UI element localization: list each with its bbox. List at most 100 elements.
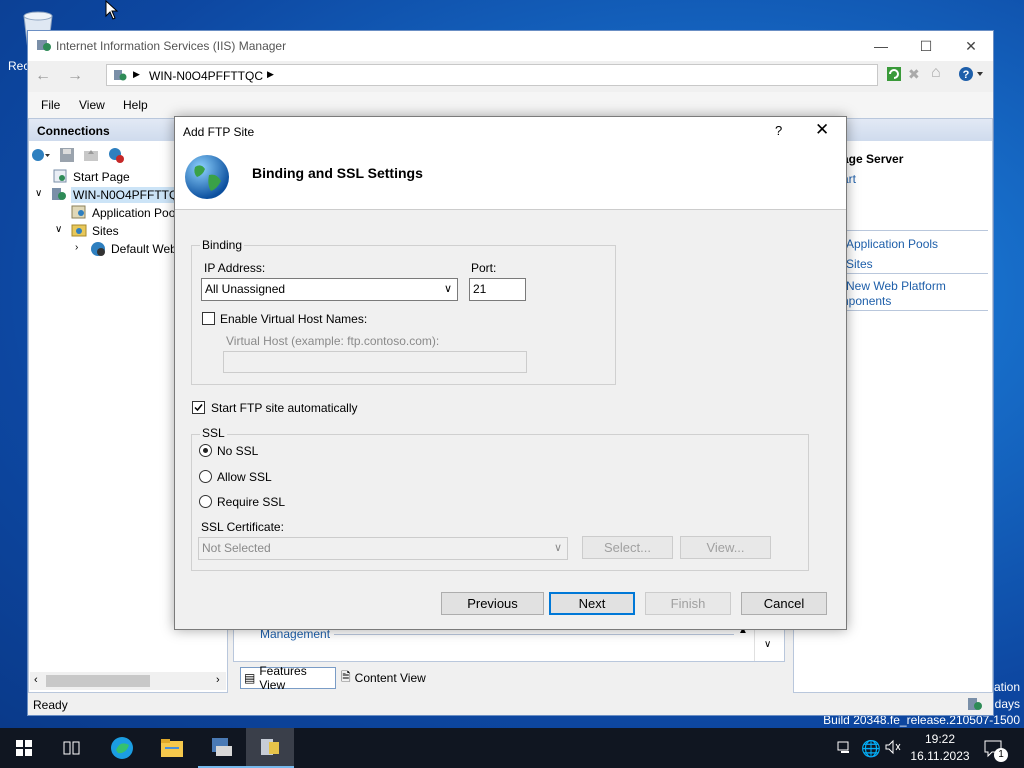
no-ssl-label: No SSL — [217, 444, 259, 458]
scroll-down-icon[interactable]: ∨ — [764, 639, 771, 650]
chevron-down-icon[interactable]: ∨ — [35, 188, 42, 199]
server-manager-icon[interactable] — [198, 728, 246, 768]
view-cert-button[interactable]: View... — [680, 536, 771, 559]
start-auto-checkbox[interactable] — [192, 401, 205, 414]
next-button[interactable]: Next — [549, 592, 635, 615]
address-field[interactable]: ▶ WIN-N0O4PFFTTQC ▶ — [106, 64, 878, 86]
action-app-pools[interactable]: Application Pools — [846, 237, 938, 251]
scroll-right-icon[interactable]: › — [216, 674, 220, 686]
file-explorer-icon[interactable] — [148, 728, 196, 768]
stop-icon[interactable]: ✖ — [908, 66, 920, 83]
clock-time[interactable]: 19:22 — [908, 732, 972, 746]
forward-arrow-icon[interactable]: → — [62, 65, 88, 87]
tree-item-server[interactable]: WIN-N0O4PFFTTQC — [71, 187, 175, 203]
dropdown-chevron-icon[interactable]: ∨ — [444, 282, 452, 295]
action-web-platform-1[interactable]: New Web Platform — [846, 279, 946, 293]
language-globe-icon[interactable]: 🌐 — [861, 739, 881, 759]
no-ssl-radio[interactable] — [199, 444, 212, 457]
menu-file[interactable]: File — [41, 98, 60, 112]
actions-title: age Server — [842, 152, 904, 166]
tab-content-view[interactable]: 🗎 Content View — [341, 667, 441, 689]
start-auto-label: Start FTP site automatically — [211, 401, 358, 415]
minimize-button[interactable]: — — [858, 31, 904, 61]
select-cert-button[interactable]: Select... — [582, 536, 673, 559]
dialog-header: Binding and SSL Settings — [175, 145, 846, 210]
virtual-host-checkbox[interactable] — [202, 312, 215, 325]
iis-manager-taskbar-icon[interactable] — [246, 728, 294, 768]
app-pool-icon — [71, 205, 87, 222]
help-icon[interactable]: ? — [958, 65, 984, 86]
chevron-down-icon-2[interactable]: ∨ — [55, 224, 62, 235]
scroll-thumb[interactable] — [46, 675, 150, 687]
home-icon[interactable]: ⌂ — [931, 64, 941, 82]
dialog-help-button[interactable]: ? — [775, 123, 782, 138]
actions-divider-2 — [842, 273, 988, 274]
menu-help[interactable]: Help — [123, 98, 148, 112]
allow-ssl-label: Allow SSL — [217, 470, 272, 484]
connections-scrollbar[interactable]: ‹ › — [30, 672, 226, 690]
finish-button[interactable]: Finish — [645, 592, 731, 615]
status-server-icon — [967, 696, 983, 715]
chevron-right-icon[interactable]: › — [75, 242, 78, 253]
scroll-left-icon[interactable]: ‹ — [34, 674, 38, 686]
up-folder-icon[interactable] — [83, 147, 99, 166]
back-arrow-icon[interactable]: ← — [30, 65, 56, 87]
require-ssl-radio[interactable] — [199, 495, 212, 508]
ip-address-label: IP Address: — [204, 261, 266, 275]
virtual-host-check-label: Enable Virtual Host Names: — [220, 312, 368, 326]
tab-features-view[interactable]: ▤ Features View — [240, 664, 336, 692]
server-node-icon — [51, 187, 67, 204]
cert-dropdown-chevron-icon[interactable]: ∨ — [554, 541, 562, 554]
features-view-icon: ▤ — [244, 671, 256, 685]
clock-date[interactable]: 16.11.2023 — [908, 749, 972, 763]
action-web-platform-2[interactable]: nponents — [842, 294, 891, 308]
ip-address-select[interactable]: All Unassigned ∨ — [201, 278, 458, 301]
maximize-button[interactable]: ☐ — [903, 31, 949, 61]
binding-group-label: Binding — [200, 238, 245, 252]
action-sites[interactable]: Sites — [846, 257, 873, 271]
svg-text:?: ? — [963, 69, 970, 81]
refresh-icon[interactable] — [886, 66, 902, 85]
disconnect-icon[interactable] — [107, 146, 125, 167]
tree-item-app-pools[interactable]: Application Poo — [92, 206, 175, 220]
connect-globe-icon[interactable] — [31, 147, 51, 166]
features-view-label: Features View — [259, 664, 307, 692]
add-ftp-site-dialog: Add FTP Site ? ✕ Binding and SSL Setting… — [174, 116, 847, 630]
close-window-button[interactable]: ✕ — [948, 31, 994, 61]
virtual-host-input[interactable] — [223, 351, 527, 373]
cancel-button[interactable]: Cancel — [741, 592, 827, 615]
content-view-icon: 🗎 — [341, 669, 351, 684]
ssl-cert-label: SSL Certificate: — [201, 520, 284, 534]
content-view-label: Content View — [354, 671, 426, 685]
breadcrumb-arrow-icon-2[interactable]: ▶ — [267, 69, 274, 80]
save-icon[interactable] — [59, 147, 75, 166]
previous-button[interactable]: Previous — [441, 592, 544, 615]
menu-view[interactable]: View — [79, 98, 105, 112]
dialog-close-button[interactable]: ✕ — [815, 120, 829, 140]
start-page-icon — [53, 169, 67, 186]
edge-browser-icon[interactable] — [98, 728, 146, 768]
tree-item-sites[interactable]: Sites — [92, 224, 119, 238]
actions-divider-1 — [842, 230, 988, 231]
iis-titlebar[interactable]: Internet Information Services (IIS) Mana… — [28, 31, 993, 61]
allow-ssl-radio[interactable] — [199, 470, 212, 483]
taskbar: 🌐 19:22 16.11.2023 1 — [0, 728, 1024, 768]
ip-address-value: All Unassigned — [205, 282, 286, 296]
desktop: Rec ation days Build 20348.fe_release.21… — [0, 0, 1024, 728]
ssl-cert-select[interactable]: Not Selected ∨ — [198, 537, 568, 560]
network-icon[interactable] — [837, 740, 853, 757]
server-icon — [113, 68, 127, 85]
dialog-heading: Binding and SSL Settings — [252, 165, 423, 181]
start-windows-icon[interactable] — [0, 728, 48, 768]
volume-muted-icon[interactable] — [884, 739, 902, 758]
task-view-icon[interactable] — [48, 728, 96, 768]
tree-item-start-page[interactable]: Start Page — [73, 170, 130, 184]
iis-window-title: Internet Information Services (IIS) Mana… — [56, 39, 287, 53]
menu-bar: File View Help — [28, 92, 993, 118]
connections-toolbar — [31, 146, 125, 167]
dialog-titlebar[interactable]: Add FTP Site ? ✕ — [175, 117, 846, 145]
require-ssl-label: Require SSL — [217, 495, 286, 509]
port-input[interactable]: 21 — [469, 278, 526, 301]
tree-item-default-web[interactable]: Default Web — [111, 242, 177, 256]
address-bar: ← → ▶ WIN-N0O4PFFTTQC ▶ ✖ ⌂ ? — [28, 61, 993, 93]
